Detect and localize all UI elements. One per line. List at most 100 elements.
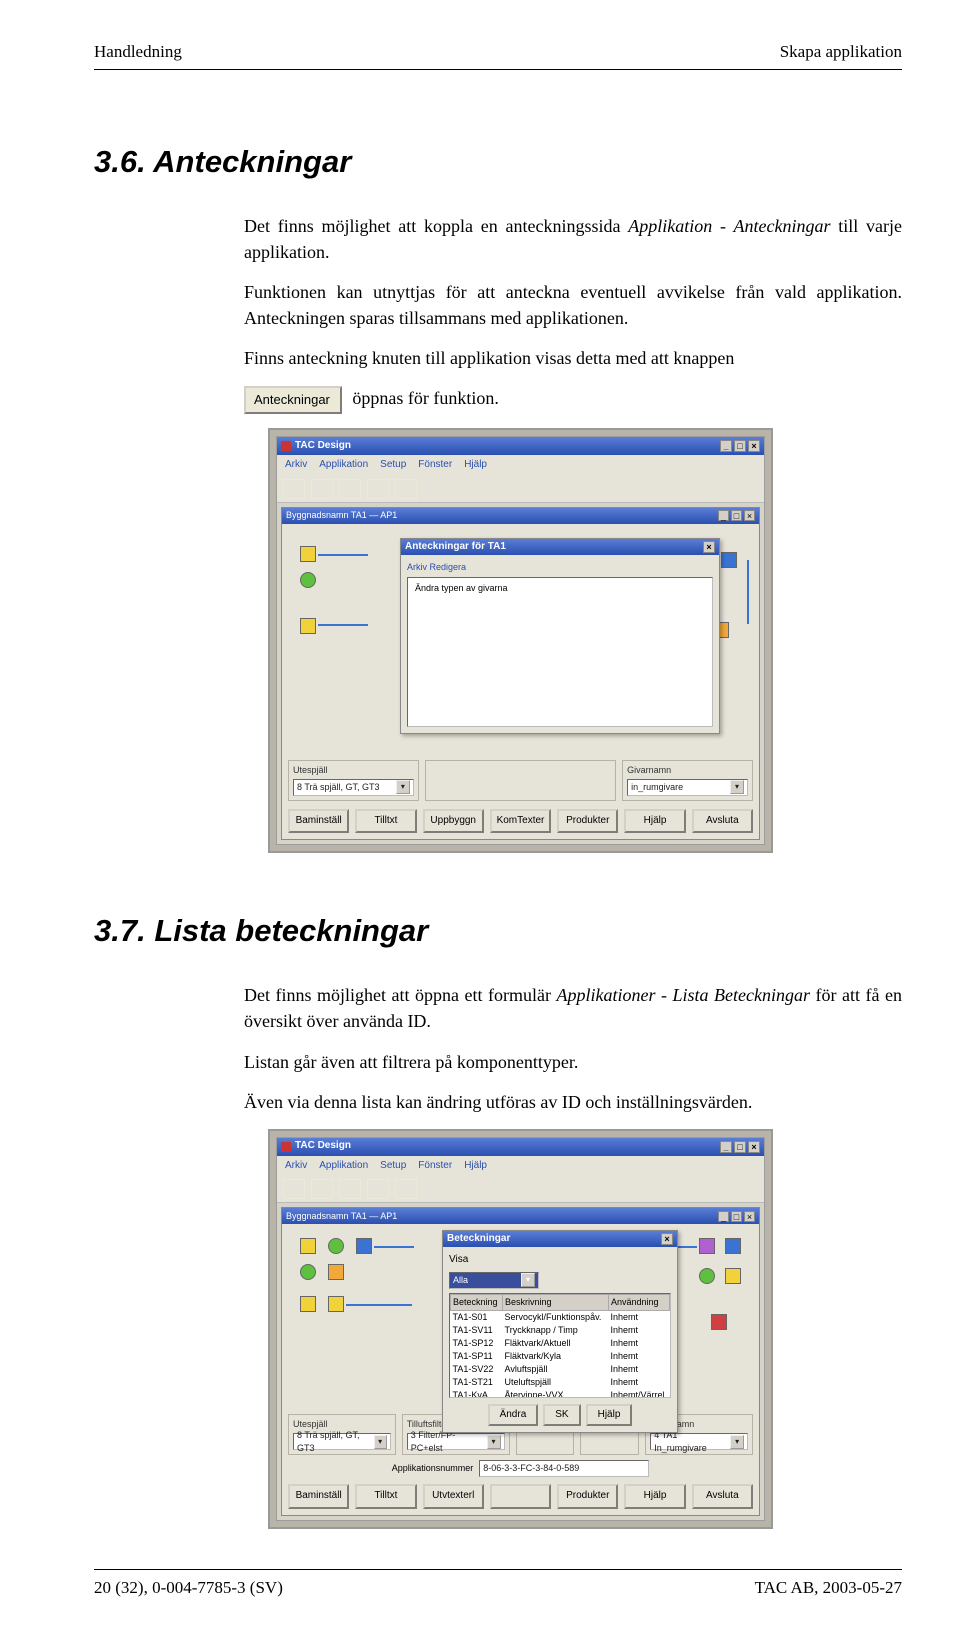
menu-item[interactable]: Arkiv (285, 1159, 307, 1174)
table-row[interactable]: TA1-SP12Fläktvark/AktuellInhemt (451, 1337, 670, 1350)
appnum-label: Applikationsnummer (392, 1462, 474, 1475)
menu-item[interactable]: Setup (380, 458, 406, 473)
menu-item[interactable]: Setup (380, 1159, 406, 1174)
btn-uppbyggn[interactable]: Uppbyggn (423, 809, 484, 834)
panel-row: Utespjäll 8 Trä spjäll, GT, GT3 ▾ Givarn… (282, 758, 759, 805)
child-title: Byggnadsnamn TA1 — AP1 (286, 1210, 397, 1223)
diagram-wire (346, 1304, 412, 1306)
beteckningar-table[interactable]: Beteckning Beskrivning Användning TA1-S0… (449, 1293, 671, 1398)
menu-item[interactable]: Fönster (418, 458, 452, 473)
tool-btn[interactable] (283, 479, 305, 499)
max-icon[interactable]: □ (731, 510, 742, 521)
combo-utespjall[interactable]: 8 Trä spjäll, GT, GT3 ▾ (293, 1433, 391, 1450)
table-cell: Fläktvark/Aktuell (503, 1337, 609, 1350)
min-icon[interactable]: _ (720, 440, 732, 452)
btn-baminstall[interactable]: Baminställ (288, 809, 349, 834)
diagram-wire (747, 560, 749, 624)
table-row[interactable]: TA1-SV11Tryckknapp / TimpInhemt (451, 1324, 670, 1337)
table-row[interactable]: TA1-ST21UteluftspjällInhemt (451, 1376, 670, 1389)
app-window: TAC Design _ □ × Arkiv Applikation Setup… (276, 1137, 765, 1521)
tool-btn[interactable] (339, 479, 361, 499)
combo-utespjall[interactable]: 8 Trä spjäll, GT, GT3 ▾ (293, 779, 414, 796)
sec37-p1-em: Applikationer - Lista Beteckningar (557, 985, 811, 1005)
toolbar (277, 1176, 764, 1203)
filter-label: Visa (449, 1253, 468, 1268)
notes-textarea[interactable]: Ändra typen av givarna (407, 577, 713, 727)
chevron-down-icon[interactable]: ▾ (487, 1435, 501, 1449)
btn-tilltxt[interactable]: Tilltxt (355, 1484, 416, 1509)
max-icon[interactable]: □ (734, 440, 746, 452)
tool-btn[interactable] (367, 1179, 389, 1199)
btn-utvtexterl[interactable]: Utvtexterl (423, 1484, 484, 1509)
close-icon[interactable]: × (661, 1233, 673, 1245)
diagram-symbol (328, 1264, 344, 1280)
btn-sk[interactable]: SK (543, 1404, 580, 1427)
combo-value: 8 Trä spjäll, GT, GT3 (297, 781, 380, 794)
chevron-down-icon[interactable]: ▾ (374, 1435, 387, 1449)
min-icon[interactable]: _ (718, 1211, 729, 1222)
tool-btn[interactable] (395, 479, 417, 499)
diagram-symbol (300, 546, 316, 562)
menu-item[interactable]: Applikation (319, 1159, 368, 1174)
btn-hjalp[interactable]: Hjälp (586, 1404, 633, 1427)
close-icon[interactable]: × (744, 510, 755, 521)
combo-givarnamn[interactable]: in_rumgivare ▾ (627, 779, 748, 796)
btn-avsluta[interactable]: Avsluta (692, 809, 753, 834)
table-row[interactable]: TA1-SV22AvluftspjällInhemt (451, 1363, 670, 1376)
filter-combo[interactable]: Alla ▾ (449, 1272, 539, 1289)
close-icon[interactable]: × (703, 541, 715, 553)
close-icon[interactable]: × (748, 440, 760, 452)
menu-item[interactable]: Fönster (418, 1159, 452, 1174)
menu-item[interactable]: Hjälp (464, 1159, 487, 1174)
menu-item[interactable]: Hjälp (464, 458, 487, 473)
close-icon[interactable]: × (748, 1141, 760, 1153)
diagram-symbol (699, 1238, 715, 1254)
anteckningar-button-inline[interactable]: Anteckningar (244, 386, 342, 415)
sec36-p3: Finns anteckning knuten till applikation… (244, 345, 902, 371)
appnum-field[interactable]: 8-06-3-3-FC-3-84-0-589 (479, 1460, 649, 1477)
chevron-down-icon[interactable]: ▾ (730, 1435, 744, 1449)
app-title: TAC Design (295, 439, 351, 454)
btn-avsluta[interactable]: Avsluta (692, 1484, 753, 1509)
tool-btn[interactable] (283, 1179, 305, 1199)
combo-value: 8 Trä spjäll, GT, GT3 (297, 1429, 374, 1455)
btn-empty[interactable] (490, 1484, 551, 1509)
chevron-down-icon[interactable]: ▾ (396, 780, 410, 794)
min-icon[interactable]: _ (720, 1141, 732, 1153)
combo-tilluftsfilter[interactable]: 3 Filter/FP-PC+elst ▾ (407, 1433, 505, 1450)
btn-hjalp[interactable]: Hjälp (624, 809, 685, 834)
tool-btn[interactable] (395, 1179, 417, 1199)
child-title: Byggnadsnamn TA1 — AP1 (286, 509, 397, 522)
chevron-down-icon[interactable]: ▾ (521, 1273, 535, 1287)
btn-produkter[interactable]: Produkter (557, 1484, 618, 1509)
chevron-down-icon[interactable]: ▾ (730, 780, 744, 794)
menu-item[interactable]: Applikation (319, 458, 368, 473)
tool-btn[interactable] (311, 1179, 333, 1199)
btn-andra[interactable]: Ändra (488, 1404, 539, 1427)
table-cell: Tryckknapp / Timp (503, 1324, 609, 1337)
tool-btn[interactable] (311, 479, 333, 499)
btn-komtexter[interactable]: KomTexter (490, 809, 551, 834)
tool-btn[interactable] (339, 1179, 361, 1199)
max-icon[interactable]: □ (734, 1141, 746, 1153)
close-icon[interactable]: × (744, 1211, 755, 1222)
diagram-symbol (300, 1264, 316, 1280)
page-footer: 20 (32), 0-004-7785-3 (SV) TAC AB, 2003-… (94, 1569, 902, 1601)
min-icon[interactable]: _ (718, 510, 729, 521)
child-titlebar: Byggnadsnamn TA1 — AP1 _ □ × (282, 1208, 759, 1224)
col-beteckning[interactable]: Beteckning (451, 1294, 503, 1310)
table-row[interactable]: TA1-KvAÅtervinne-VVXInhemt/Värrel (451, 1389, 670, 1398)
btn-hjalp[interactable]: Hjälp (624, 1484, 685, 1509)
max-icon[interactable]: □ (731, 1211, 742, 1222)
panel-header: Givarnamn (627, 764, 748, 777)
btn-produkter[interactable]: Produkter (557, 809, 618, 834)
tool-btn[interactable] (367, 479, 389, 499)
btn-baminstall[interactable]: Baminställ (288, 1484, 349, 1509)
table-row[interactable]: TA1-SP11Fläktvark/KylaInhemt (451, 1350, 670, 1363)
btn-tilltxt[interactable]: Tilltxt (355, 809, 416, 834)
menu-item[interactable]: Arkiv (285, 458, 307, 473)
table-row[interactable]: TA1-S01Servocykl/Funktionspåv.Inhemt (451, 1310, 670, 1324)
combo-givarnamn[interactable]: 4 TA1 In_rumgivare ▾ (650, 1433, 748, 1450)
col-beskrivning[interactable]: Beskrivning (503, 1294, 609, 1310)
col-anvandning[interactable]: Användning (609, 1294, 670, 1310)
